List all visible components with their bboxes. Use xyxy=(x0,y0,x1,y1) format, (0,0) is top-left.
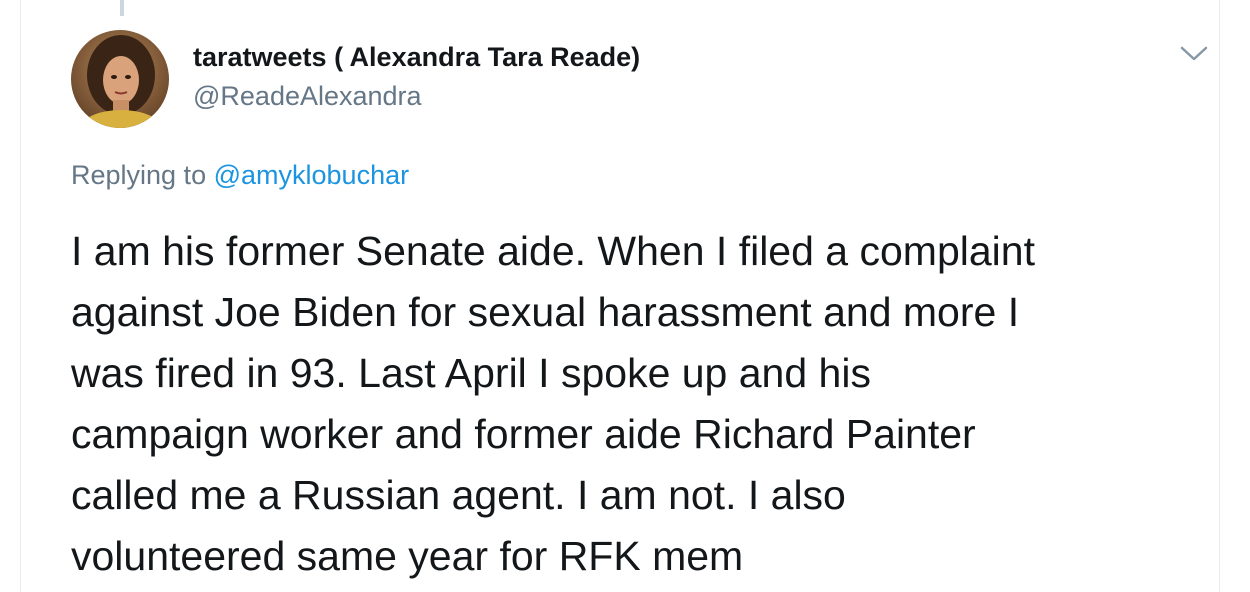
replying-to: Replying to @amyklobuchar xyxy=(71,160,409,191)
avatar[interactable] xyxy=(71,30,169,128)
replying-to-label: Replying to xyxy=(71,160,207,190)
display-name[interactable]: taratweets ( Alexandra Tara Reade) xyxy=(193,42,640,73)
thread-connector-line xyxy=(120,0,124,16)
tweet-text: I am his former Senate aide. When I file… xyxy=(71,221,1221,587)
chevron-down-icon[interactable] xyxy=(1179,44,1209,64)
tweet-text-line: I am his former Senate aide. When I file… xyxy=(71,228,1035,274)
user-handle[interactable]: @ReadeAlexandra xyxy=(193,81,422,112)
tweet-card[interactable]: taratweets ( Alexandra Tara Reade) @Read… xyxy=(20,0,1220,592)
tweet-text-line: was fired in 93. Last April I spoke up a… xyxy=(71,350,871,396)
replying-to-mention-link[interactable]: @amyklobuchar xyxy=(214,160,410,190)
tweet-text-line: against Joe Biden for sexual harassment … xyxy=(71,289,1020,335)
tweet-text-line: campaign worker and former aide Richard … xyxy=(71,411,976,457)
tweet-text-line: volunteered same year for RFK mem xyxy=(71,533,744,579)
tweet-text-line: called me a Russian agent. I am not. I a… xyxy=(71,472,846,518)
